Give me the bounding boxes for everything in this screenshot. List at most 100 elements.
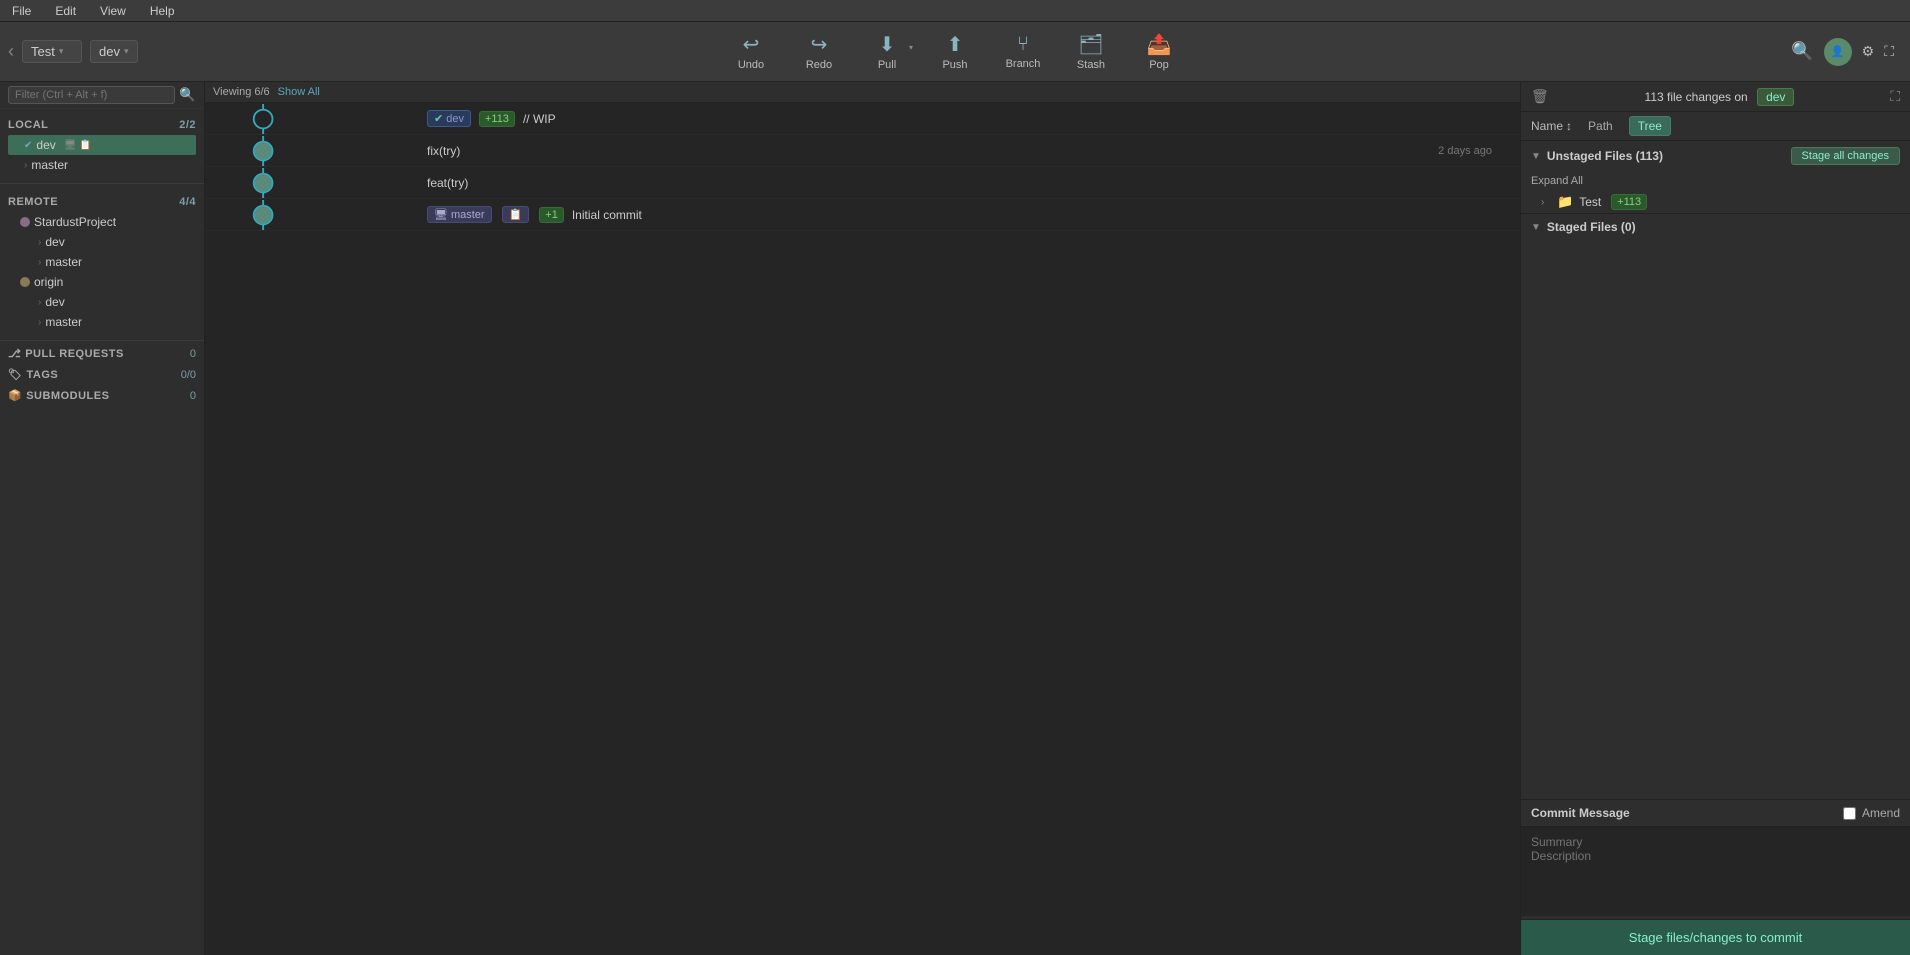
- pull-button[interactable]: ⬇ Pull ▾: [855, 25, 919, 79]
- menubar: File Edit View Help: [0, 0, 1910, 22]
- pop-button[interactable]: 📤 Pop: [1127, 25, 1191, 79]
- folder-icon: 📁: [1557, 194, 1573, 210]
- stash-button[interactable]: 🗂 Stash: [1059, 25, 1123, 79]
- filter-input[interactable]: [8, 86, 175, 104]
- branch-dev-local[interactable]: ✔ dev 🖥 📋: [8, 135, 196, 155]
- stardust-master-label: master: [45, 255, 82, 269]
- menu-view[interactable]: View: [96, 4, 130, 18]
- check-icon: ✔: [434, 112, 443, 125]
- branch-master-local[interactable]: › master: [8, 155, 196, 175]
- redo-label: Redo: [806, 59, 832, 71]
- wip-branch-tag: ✔ dev: [427, 110, 471, 127]
- commit-row-feat[interactable]: feat(try): [205, 167, 1520, 199]
- submodules-section[interactable]: 📦 SUBMODULES 0: [0, 385, 204, 406]
- stardust-dev[interactable]: › dev: [34, 232, 196, 252]
- pop-icon: 📤: [1147, 32, 1172, 57]
- push-icon: ⬆: [947, 32, 964, 57]
- branch-icon: ⑂: [1017, 33, 1029, 56]
- remote-count: 4/4: [179, 196, 196, 208]
- menu-help[interactable]: Help: [146, 4, 179, 18]
- origin-dev-icon: ›: [38, 297, 41, 308]
- commit-row-wip[interactable]: ✔ dev +113 // WIP: [205, 103, 1520, 135]
- origin-dev[interactable]: › dev: [34, 292, 196, 312]
- branch-selector[interactable]: dev ▾: [90, 40, 138, 63]
- filter-search-button[interactable]: 🔍: [179, 87, 196, 103]
- stardust-master-icon: ›: [38, 257, 41, 268]
- menu-edit[interactable]: Edit: [51, 4, 80, 18]
- remote-stardust[interactable]: StardustProject: [8, 212, 196, 232]
- panel-expand-button[interactable]: ⛶: [1890, 88, 1900, 105]
- stash-label: Stash: [1077, 59, 1105, 71]
- undo-button[interactable]: ↩ Undo: [719, 25, 783, 79]
- origin-master-icon: ›: [38, 317, 41, 328]
- expand-all-button[interactable]: Expand All: [1521, 171, 1593, 191]
- file-tree-test-folder[interactable]: › 📁 Test +113: [1521, 191, 1910, 213]
- pull-label: Pull: [878, 59, 896, 71]
- commit-row-fix[interactable]: fix(try) 2 days ago: [205, 135, 1520, 167]
- commit-info-fix: fix(try) 2 days ago: [415, 144, 1520, 158]
- branch-badge: dev: [1757, 88, 1794, 106]
- tab-tree[interactable]: Tree: [1629, 116, 1671, 136]
- filter-row: 🔍: [0, 82, 204, 109]
- remote-origin-icon: [20, 277, 30, 287]
- graph-canvas-initial: [205, 200, 415, 230]
- unstaged-expand-icon: ▼: [1531, 151, 1541, 162]
- right-panel-tabs: Name ↕ Path Tree: [1521, 112, 1910, 141]
- graph-content[interactable]: ✔ dev +113 // WIP: [205, 103, 1520, 955]
- file-count-label: 113 file changes on dev: [1557, 90, 1882, 104]
- tags-count: 0/0: [181, 369, 196, 381]
- graph-canvas-wip: [205, 104, 415, 134]
- graph-toolbar: Viewing 6/6 Show All: [205, 82, 1520, 103]
- pull-requests-section[interactable]: ⎇ PULL REQUESTS 0: [0, 343, 204, 364]
- expand-button[interactable]: ⛶: [1884, 43, 1894, 60]
- pull-icon: ⬇: [879, 32, 896, 57]
- remote-section-header[interactable]: REMOTE 4/4: [8, 192, 196, 212]
- remote-origin[interactable]: origin: [8, 272, 196, 292]
- monitor-icon: 🖥: [434, 208, 448, 221]
- push-button[interactable]: ⬆ Push: [923, 25, 987, 79]
- redo-button[interactable]: ↪ Redo: [787, 25, 851, 79]
- undo-label: Undo: [738, 59, 764, 71]
- settings-button[interactable]: ⚙: [1862, 43, 1875, 60]
- menu-file[interactable]: File: [8, 4, 35, 18]
- pr-count: 0: [190, 348, 196, 360]
- local-count: 2/2: [179, 119, 196, 131]
- stardust-dev-icon: ›: [38, 237, 41, 248]
- amend-label: Amend: [1862, 806, 1900, 820]
- branch-icons: 🖥 📋: [64, 140, 92, 151]
- undo-icon: ↩: [743, 32, 760, 57]
- staged-header[interactable]: ▼ Staged Files (0): [1521, 214, 1910, 240]
- discard-all-button[interactable]: 🗑: [1531, 88, 1549, 105]
- main-area: 🔍 LOCAL 2/2 ✔ dev 🖥 📋 › master REMOTE: [0, 82, 1910, 955]
- show-all-button[interactable]: Show All: [278, 86, 320, 98]
- master-branch-tag: 🖥 master: [427, 206, 492, 223]
- pop-label: Pop: [1149, 59, 1169, 71]
- commit-info-feat: feat(try): [415, 176, 1520, 190]
- tab-path[interactable]: Path: [1580, 117, 1621, 135]
- branch-button[interactable]: ⑂ Branch: [991, 25, 1055, 79]
- commit-textarea[interactable]: [1521, 826, 1910, 916]
- master-plus-badge: +1: [539, 207, 564, 223]
- user-avatar[interactable]: 👤: [1824, 38, 1852, 66]
- unstaged-header[interactable]: ▼ Unstaged Files (113) Stage all changes: [1521, 141, 1910, 171]
- stardust-dev-label: dev: [45, 235, 64, 249]
- amend-checkbox[interactable]: [1843, 807, 1856, 820]
- files-section: ▼ Unstaged Files (113) Stage all changes…: [1521, 141, 1910, 799]
- global-search-button[interactable]: 🔍: [1791, 41, 1813, 62]
- initial-commit-msg: Initial commit: [572, 208, 1508, 222]
- origin-branches: › dev › master: [8, 292, 196, 332]
- sidebar-back-button[interactable]: ‹: [8, 41, 14, 62]
- submodules-count: 0: [190, 390, 196, 402]
- remote-stardust-name: StardustProject: [34, 215, 116, 229]
- unstaged-title: Unstaged Files (113): [1547, 149, 1663, 163]
- commit-row-initial[interactable]: 🖥 master 📋 +1 Initial commit: [205, 199, 1520, 231]
- amend-row: Amend: [1843, 806, 1900, 820]
- pr-icon: ⎇: [8, 347, 21, 360]
- origin-master[interactable]: › master: [34, 312, 196, 332]
- stage-commit-button[interactable]: Stage files/changes to commit: [1521, 919, 1910, 955]
- tags-section[interactable]: 🏷 TAGS 0/0: [0, 364, 204, 385]
- repo-selector[interactable]: Test ▾: [22, 40, 82, 63]
- stage-all-button[interactable]: Stage all changes: [1791, 147, 1900, 165]
- local-section-header[interactable]: LOCAL 2/2: [8, 115, 196, 135]
- stardust-master[interactable]: › master: [34, 252, 196, 272]
